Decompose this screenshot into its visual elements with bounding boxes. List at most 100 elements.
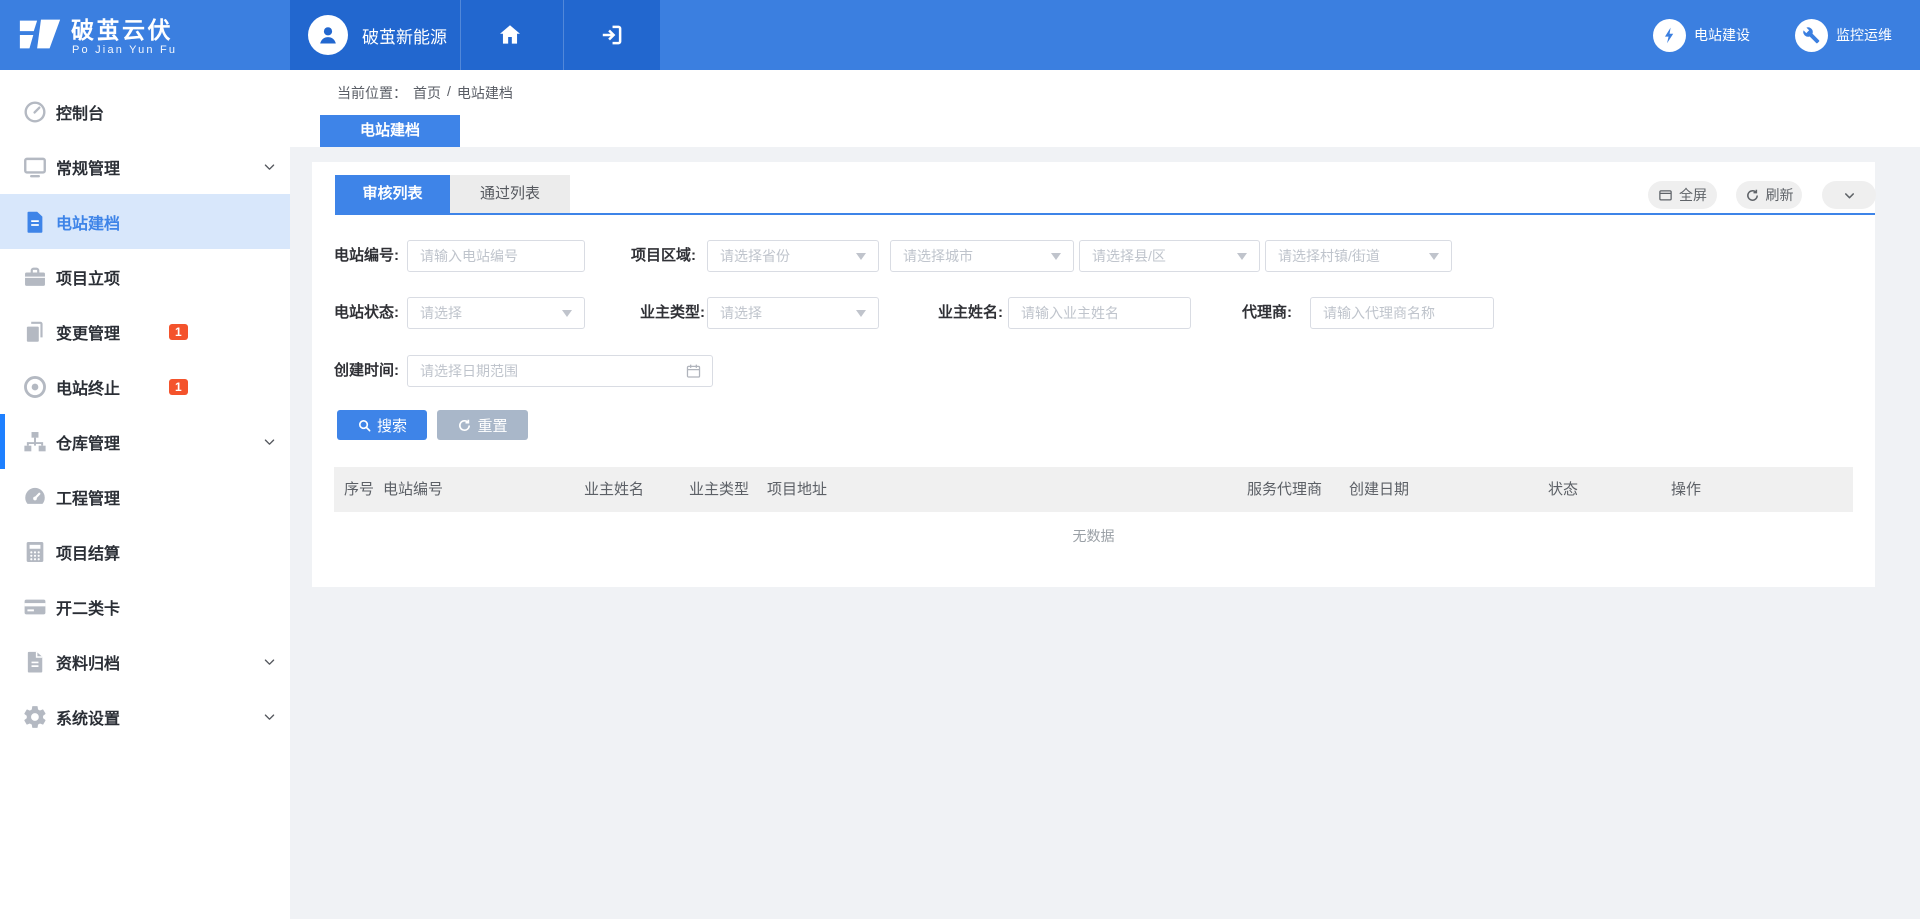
fullscreen-icon bbox=[1658, 188, 1673, 203]
reset-label: 重置 bbox=[477, 415, 507, 436]
agent-input[interactable] bbox=[1310, 297, 1494, 329]
owner-name-input[interactable] bbox=[1008, 297, 1191, 329]
sidebar-item-6[interactable]: 仓库管理 bbox=[0, 414, 290, 469]
refresh-label: 刷新 bbox=[1766, 185, 1794, 205]
page-tab-station-archive[interactable]: 电站建档 bbox=[320, 115, 460, 147]
bolt-icon bbox=[1653, 19, 1686, 52]
village-select[interactable]: 请选择村镇/街道 bbox=[1265, 240, 1452, 272]
refresh-button[interactable]: 刷新 bbox=[1736, 181, 1802, 209]
sidebar-item-label: 开二类卡 bbox=[56, 595, 120, 619]
reset-icon bbox=[457, 418, 472, 433]
search-label: 搜索 bbox=[377, 415, 407, 436]
briefcase-icon bbox=[22, 264, 48, 290]
table-header-cell: 创建日期 bbox=[1339, 467, 1538, 512]
sidebar-item-5[interactable]: 电站终止 1 bbox=[0, 359, 290, 414]
reset-button[interactable]: 重置 bbox=[437, 410, 528, 440]
search-button[interactable]: 搜索 bbox=[337, 410, 427, 440]
province-select[interactable]: 请选择省份 bbox=[707, 240, 879, 272]
city-placeholder: 请选择城市 bbox=[903, 241, 973, 271]
document-icon bbox=[22, 209, 48, 235]
chevron-down-icon bbox=[262, 654, 277, 669]
caret-down-icon bbox=[562, 310, 572, 317]
caret-down-icon bbox=[1429, 253, 1439, 260]
table-header-cell: 业主类型 bbox=[679, 467, 757, 512]
sidebar-item-label: 变更管理 bbox=[56, 320, 120, 344]
brand-name: 破茧云伏 bbox=[71, 11, 173, 45]
county-select[interactable]: 请选择县/区 bbox=[1079, 240, 1260, 272]
fullscreen-button[interactable]: 全屏 bbox=[1648, 181, 1717, 209]
home-button[interactable] bbox=[486, 0, 534, 70]
chevron-down-icon bbox=[262, 709, 277, 724]
sidebar-item-label: 电站终止 bbox=[56, 375, 120, 399]
sidebar-item-2[interactable]: 电站建档 bbox=[0, 194, 290, 249]
gauge-icon bbox=[22, 484, 48, 510]
sidebar-item-9[interactable]: 开二类卡 bbox=[0, 579, 290, 634]
active-indicator-bar bbox=[0, 414, 5, 469]
table-header-cell: 操作 bbox=[1661, 467, 1853, 512]
signin-button[interactable] bbox=[588, 0, 636, 70]
sidebar: 控制台常规管理电站建档项目立项变更管理1 电站终止 1 仓库管理工程管理项目结算开二类… bbox=[0, 70, 290, 919]
caret-down-icon bbox=[1051, 253, 1061, 260]
table-header-row: 序号电站编号业主姓名业主类型项目地址服务代理商创建日期状态操作 bbox=[334, 467, 1853, 512]
station-status-select[interactable]: 请选择 bbox=[407, 297, 585, 329]
target-icon bbox=[22, 374, 48, 400]
company-name[interactable]: 破茧新能源 bbox=[362, 0, 447, 70]
archive-icon bbox=[22, 649, 48, 675]
chevron-down-icon bbox=[262, 434, 277, 449]
sidebar-item-label: 资料归档 bbox=[56, 650, 120, 674]
owner-type-select[interactable]: 请选择 bbox=[707, 297, 879, 329]
breadcrumb-separator: / bbox=[447, 83, 451, 103]
sidebar-item-label: 常规管理 bbox=[56, 155, 120, 179]
calendar-icon bbox=[685, 363, 702, 380]
sidebar-item-label: 工程管理 bbox=[56, 485, 120, 509]
sidebar-item-label: 电站建档 bbox=[56, 210, 120, 234]
sidebar-item-4[interactable]: 变更管理1 bbox=[0, 304, 290, 359]
person-icon bbox=[315, 22, 341, 48]
date-range-picker[interactable]: 请选择日期范围 bbox=[407, 355, 713, 387]
sidebar-item-8[interactable]: 项目结算 bbox=[0, 524, 290, 579]
sidebar-item-label: 系统设置 bbox=[56, 705, 120, 729]
sidebar-item-label: 仓库管理 bbox=[56, 430, 120, 454]
region-label: 项目区域: bbox=[626, 240, 696, 272]
sidebar-item-10[interactable]: 资料归档 bbox=[0, 634, 290, 689]
tab-passed-list[interactable]: 通过列表 bbox=[450, 175, 570, 213]
owner-name-label: 业主姓名: bbox=[933, 297, 1003, 329]
sidebar-item-7[interactable]: 工程管理 bbox=[0, 469, 290, 524]
breadcrumb-current: 电站建档 bbox=[457, 83, 513, 103]
card-icon bbox=[22, 594, 48, 620]
tab-review-list[interactable]: 审核列表 bbox=[335, 175, 450, 213]
brand-logo-area[interactable]: 破茧云伏 Po Jian Yun Fu bbox=[0, 0, 290, 70]
app-root: 破茧云伏 Po Jian Yun Fu 破茧新能源 bbox=[0, 0, 1920, 919]
caret-down-icon bbox=[1237, 253, 1247, 260]
notification-badge: 1 bbox=[169, 379, 188, 395]
module-monitor-ops[interactable]: 监控运维 bbox=[1795, 0, 1892, 70]
sidebar-item-0[interactable]: 控制台 bbox=[0, 84, 290, 139]
created-time-label: 创建时间: bbox=[333, 355, 399, 387]
wrench-icon bbox=[1795, 19, 1828, 52]
breadcrumb-prefix: 当前位置： bbox=[337, 83, 407, 103]
user-avatar[interactable] bbox=[308, 15, 348, 55]
owner-type-label: 业主类型: bbox=[635, 297, 705, 329]
caret-down-icon bbox=[856, 310, 866, 317]
chevron-down-icon bbox=[1842, 188, 1857, 203]
home-icon bbox=[497, 22, 523, 48]
module-station-build[interactable]: 电站建设 bbox=[1653, 0, 1750, 70]
monitor-icon bbox=[22, 154, 48, 180]
collapse-toolbar-button[interactable] bbox=[1822, 181, 1876, 209]
refresh-icon bbox=[1745, 188, 1760, 203]
table-header-cell: 电站编号 bbox=[373, 467, 574, 512]
sidebar-item-label: 项目立项 bbox=[56, 265, 120, 289]
station-no-input[interactable] bbox=[407, 240, 585, 272]
sidebar-item-3[interactable]: 项目立项 bbox=[0, 249, 290, 304]
city-select[interactable]: 请选择城市 bbox=[890, 240, 1074, 272]
header-nav-segment: 破茧新能源 bbox=[290, 0, 660, 70]
breadcrumb-bar: 当前位置： 首页 / 电站建档 电站建档 bbox=[290, 70, 1920, 147]
module-label: 监控运维 bbox=[1836, 25, 1892, 45]
sidebar-item-label: 项目结算 bbox=[56, 540, 120, 564]
village-placeholder: 请选择村镇/街道 bbox=[1278, 241, 1380, 271]
province-placeholder: 请选择省份 bbox=[720, 241, 790, 271]
sidebar-item-1[interactable]: 常规管理 bbox=[0, 139, 290, 194]
sidebar-item-11[interactable]: 系统设置 bbox=[0, 689, 290, 744]
brand-logo-icon bbox=[17, 14, 63, 54]
breadcrumb-home-link[interactable]: 首页 bbox=[413, 83, 441, 103]
